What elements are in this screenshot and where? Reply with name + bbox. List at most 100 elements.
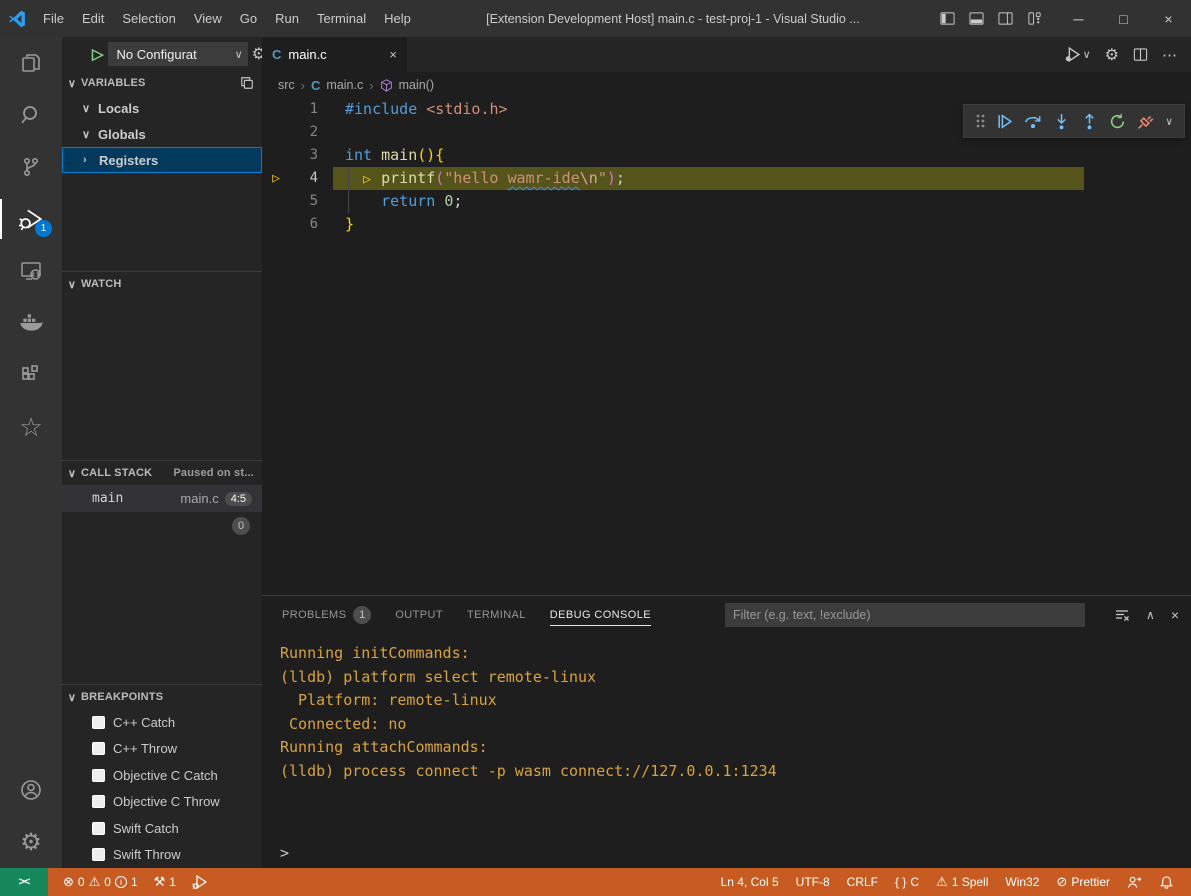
breadcrumb-folder[interactable]: src <box>278 78 295 92</box>
checkbox[interactable] <box>92 769 105 782</box>
cursor-position[interactable]: Ln 4, Col 5 <box>714 875 786 889</box>
toggle-panel-icon[interactable] <box>969 11 984 26</box>
encoding[interactable]: UTF-8 <box>789 875 837 889</box>
close-panel-icon[interactable]: × <box>1171 607 1179 623</box>
warning-icon: ⚠ <box>936 874 948 890</box>
copy-icon[interactable] <box>240 76 254 90</box>
clear-console-icon[interactable] <box>1114 607 1130 623</box>
step-into-icon[interactable] <box>1053 113 1070 130</box>
checkbox[interactable] <box>92 742 105 755</box>
breakpoints-header[interactable]: ∨ BREAKPOINTS <box>62 685 262 709</box>
breakpoint-item[interactable]: Objective C Throw <box>62 789 262 816</box>
menu-view[interactable]: View <box>185 0 231 37</box>
toggle-secondary-sidebar-icon[interactable] <box>998 11 1013 26</box>
more-actions-icon[interactable]: ⋯ <box>1162 46 1177 64</box>
breakpoint-item[interactable]: Objective C Catch <box>62 762 262 789</box>
split-editor-icon[interactable] <box>1133 47 1148 62</box>
breakpoint-item[interactable]: Swift Catch <box>62 815 262 842</box>
platform-target[interactable]: Win32 <box>998 875 1046 889</box>
variables-header[interactable]: ∨ VARIABLES <box>62 71 262 95</box>
bottom-panel: PROBLEMS 1 OUTPUT TERMINAL DEBUG CONSOLE… <box>262 595 1191 868</box>
source-control-icon[interactable] <box>0 141 62 193</box>
tools-status[interactable]: ⚒ 1 <box>147 874 183 890</box>
console-filter-input[interactable] <box>725 603 1085 627</box>
tab-output[interactable]: OUTPUT <box>395 596 443 634</box>
menu-file[interactable]: File <box>34 0 73 37</box>
checkbox[interactable] <box>92 822 105 835</box>
close-button[interactable]: × <box>1146 0 1191 37</box>
variables-item-registers[interactable]: ›Registers <box>62 147 262 173</box>
open-launch-config-gear-icon[interactable]: ⚙ <box>252 44 262 64</box>
tab-problems[interactable]: PROBLEMS 1 <box>282 596 371 634</box>
minimize-button[interactable]: ─ <box>1056 0 1101 37</box>
run-and-debug-icon[interactable]: 1 <box>0 193 62 245</box>
favorites-star-icon[interactable]: ☆ <box>0 401 62 453</box>
docker-icon[interactable] <box>0 297 62 349</box>
tools-icon: ⚒ <box>154 874 166 890</box>
line-number: 1 <box>290 98 318 121</box>
menu-edit[interactable]: Edit <box>73 0 113 37</box>
breakpoint-item[interactable]: C++ Catch <box>62 709 262 736</box>
checkbox[interactable] <box>92 716 105 729</box>
start-debug-icon[interactable]: ▷ <box>92 45 104 63</box>
toolbar-drag-grip[interactable] <box>975 113 985 129</box>
feedback-icon[interactable] <box>1120 875 1149 890</box>
step-out-icon[interactable] <box>1081 113 1098 130</box>
debug-config-dropdown[interactable]: No Configurat ∨ <box>108 42 248 66</box>
console-line: Running attachCommands: <box>280 736 1191 760</box>
menu-go[interactable]: Go <box>231 0 266 37</box>
variables-item-locals[interactable]: ∨Locals <box>62 95 262 121</box>
editor-settings-gear-icon[interactable]: ⚙ <box>1105 45 1119 65</box>
tab-close-icon[interactable]: × <box>389 47 397 62</box>
call-stack-header[interactable]: ∨ CALL STACK Paused on st... <box>62 461 262 485</box>
code-token: (){ <box>417 146 444 164</box>
debug-status-icon[interactable] <box>185 874 215 890</box>
chevron-down-icon: ∨ <box>235 48 243 61</box>
console-input-prompt[interactable]: > <box>280 844 289 862</box>
tab-terminal[interactable]: TERMINAL <box>467 596 526 634</box>
maximize-panel-icon[interactable]: ∧ <box>1146 608 1155 622</box>
menu-terminal[interactable]: Terminal <box>308 0 375 37</box>
formatter-status[interactable]: ⊘ Prettier <box>1049 874 1117 890</box>
continue-icon[interactable] <box>996 113 1013 130</box>
problems-status[interactable]: ⊗ 0 ⚠ 0 i 1 <box>56 874 145 890</box>
menu-help[interactable]: Help <box>375 0 420 37</box>
run-or-debug-button[interactable]: ∨ <box>1064 46 1091 63</box>
execution-pointer-icon[interactable]: ▷ <box>262 167 290 190</box>
menu-selection[interactable]: Selection <box>113 0 184 37</box>
tab-main-c[interactable]: C main.c × <box>262 37 407 72</box>
language-mode[interactable]: { } C <box>888 875 926 889</box>
breadcrumb-file[interactable]: main.c <box>326 78 363 92</box>
chevron-down-icon[interactable]: ∨ <box>1166 115 1173 128</box>
checkbox[interactable] <box>92 848 105 861</box>
variables-item-globals[interactable]: ∨Globals <box>62 121 262 147</box>
step-over-icon[interactable] <box>1024 112 1042 130</box>
menu-run[interactable]: Run <box>266 0 308 37</box>
tab-debug-console[interactable]: DEBUG CONSOLE <box>550 596 651 634</box>
maximize-button[interactable]: □ <box>1101 0 1146 37</box>
remote-indicator[interactable]: >< <box>0 868 48 896</box>
settings-gear-icon[interactable]: ⚙ <box>0 816 62 868</box>
breadcrumb-symbol[interactable]: main() <box>399 78 434 92</box>
breakpoint-item[interactable]: C++ Throw <box>62 736 262 763</box>
code-editor[interactable]: 1#include <stdio.h>23int main(){▷4 ▷prin… <box>262 98 1191 595</box>
restart-icon[interactable] <box>1109 113 1126 130</box>
extensions-icon[interactable] <box>0 349 62 401</box>
watch-header[interactable]: ∨ WATCH <box>62 272 262 296</box>
stack-frame-row[interactable]: main main.c 4:5 <box>62 485 262 512</box>
glyph-margin <box>262 121 290 144</box>
spell-checker-status[interactable]: ⚠ 1 Spell <box>929 874 995 890</box>
checkbox[interactable] <box>92 795 105 808</box>
breakpoint-item[interactable]: Swift Throw <box>62 842 262 869</box>
disconnect-icon[interactable] <box>1137 112 1155 130</box>
notifications-bell-icon[interactable] <box>1152 875 1181 890</box>
explorer-icon[interactable] <box>0 37 62 89</box>
account-icon[interactable] <box>0 764 62 816</box>
remote-icon: >< <box>19 876 30 888</box>
toggle-sidebar-icon[interactable] <box>940 11 955 26</box>
search-icon[interactable] <box>0 89 62 141</box>
remote-explorer-icon[interactable] <box>0 245 62 297</box>
eol-sequence[interactable]: CRLF <box>840 875 885 889</box>
glyph-margin <box>262 190 290 213</box>
customize-layout-icon[interactable] <box>1027 11 1042 26</box>
